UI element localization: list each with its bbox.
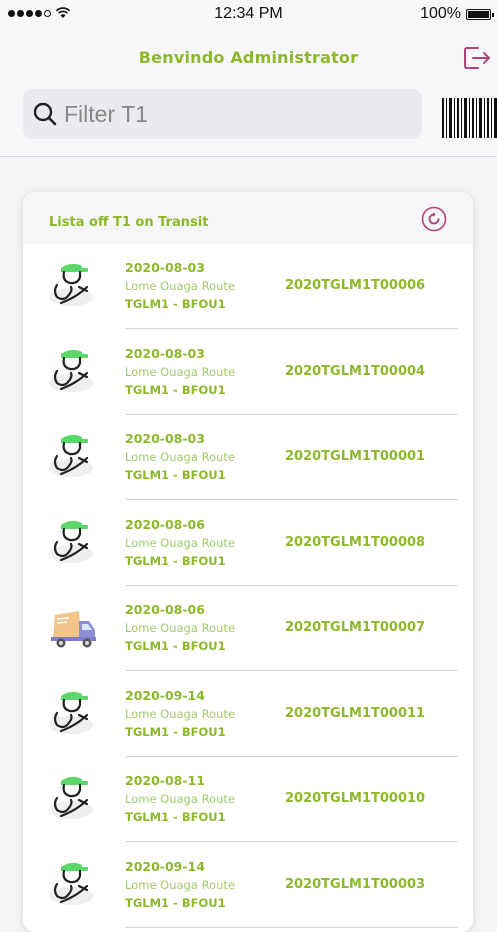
list-item[interactable]: 2020-09-14 Lome Ouaga Route TGLM1 - BFOU… [23,672,473,757]
driver-icon [47,257,99,312]
item-route: Lome Ouaga Route [125,621,235,635]
item-date: 2020-08-03 [125,260,205,275]
truck-icon [47,599,99,654]
item-office-codes: TGLM1 - BFOU1 [125,468,226,482]
item-route: Lome Ouaga Route [125,706,235,721]
item-office-codes: TGLM1 - BFOU1 [125,639,226,653]
driver-icon [47,685,99,740]
search-bar-row [0,86,497,157]
item-office-codes: TGLM1 - BFOU1 [125,297,226,311]
card-title: Lista off T1 on Transit [49,215,209,230]
item-date: 2020-08-06 [125,516,205,532]
item-route: Lome Ouaga Route [125,877,235,892]
item-t1-number: 2020TGLM1T00008 [285,534,426,550]
list-item[interactable]: 2020-08-03 Lome Ouaga Route TGLM1 - BFOU… [23,330,473,415]
item-t1-number: 2020TGLM1T00001 [285,449,426,464]
item-office-codes: TGLM1 - BFOU1 [125,895,226,910]
page-title: Benvindo Administrator [138,48,359,67]
status-bar: 12:34 PM 100% [0,0,497,30]
item-date: 2020-09-14 [125,858,205,874]
item-office-codes: TGLM1 - BFOU1 [125,382,226,397]
driver-icon [47,856,99,911]
search-box[interactable] [23,89,422,139]
item-route: Lome Ouaga Route [125,535,235,550]
item-route: Lome Ouaga Route [125,450,235,464]
item-date: 2020-08-03 [125,345,205,361]
refresh-icon[interactable] [421,206,447,232]
list-item[interactable]: 2020-08-06 Lome Ouaga Route TGLM1 - BFOU… [23,501,473,586]
driver-icon [47,514,99,569]
item-date: 2020-09-14 [125,687,205,703]
search-input[interactable] [62,99,386,129]
driver-icon [47,343,99,398]
item-date: 2020-08-03 [125,431,205,446]
item-t1-number: 2020TGLM1T00004 [285,363,426,379]
item-t1-number: 2020TGLM1T00010 [285,791,426,806]
item-date: 2020-08-06 [125,602,205,617]
item-t1-number: 2020TGLM1T00011 [285,705,426,721]
item-route: Lome Ouaga Route [125,792,235,806]
item-t1-number: 2020TGLM1T00003 [285,876,426,892]
item-route: Lome Ouaga Route [125,279,235,293]
item-office-codes: TGLM1 - BFOU1 [125,724,226,739]
barcode-scan-icon[interactable] [440,98,497,138]
driver-icon [47,770,99,825]
nav-bar: Benvindo Administrator [0,30,497,86]
list-item[interactable]: 2020-08-06 Lome Ouaga Route TGLM1 - BFOU… [23,586,473,671]
row-divider [125,926,458,928]
item-t1-number: 2020TGLM1T00007 [285,620,426,635]
card-header: Lista off T1 on Transit [23,192,473,244]
logout-icon[interactable] [461,44,493,72]
list-item[interactable]: 2020-08-03 Lome Ouaga Route TGLM1 - BFOU… [23,415,473,500]
item-t1-number: 2020TGLM1T00006 [285,278,426,293]
item-office-codes: TGLM1 - BFOU1 [125,810,226,824]
battery-icon [466,8,494,20]
list-item[interactable]: 2020-09-14 Lome Ouaga Route TGLM1 - BFOU… [23,843,473,928]
item-office-codes: TGLM1 - BFOU1 [125,553,226,568]
battery-percent: 100% [420,5,461,22]
search-icon [33,102,57,126]
driver-icon [47,428,99,483]
item-date: 2020-08-11 [125,773,205,788]
item-route: Lome Ouaga Route [125,364,235,379]
list-item[interactable]: 2020-08-03 Lome Ouaga Route TGLM1 - BFOU… [23,244,473,329]
transit-list-card: Lista off T1 on Transit 2020-08-03 Lome … [23,192,473,932]
list-item[interactable]: 2020-08-11 Lome Ouaga Route TGLM1 - BFOU… [23,757,473,842]
